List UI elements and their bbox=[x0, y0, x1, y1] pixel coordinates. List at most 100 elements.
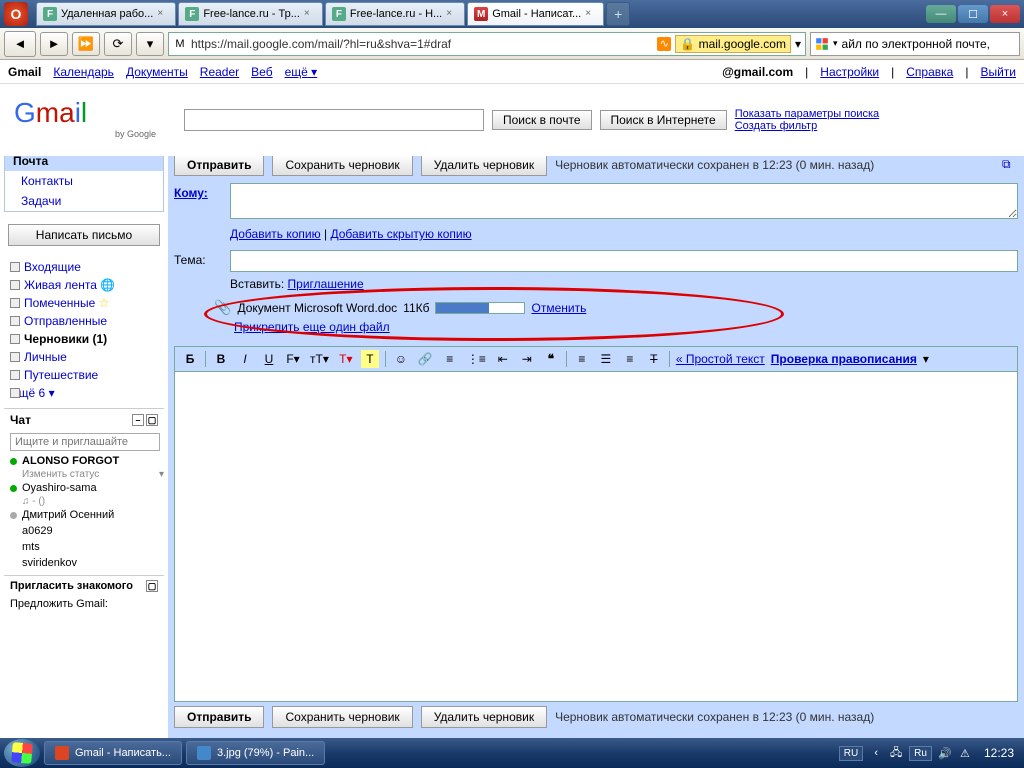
search-options-link[interactable]: Показать параметры поиска bbox=[735, 108, 879, 120]
save-draft-button-bottom[interactable]: Сохранить черновик bbox=[272, 706, 412, 728]
gmail-search-input[interactable] bbox=[184, 109, 484, 131]
compose-editor[interactable] bbox=[174, 371, 1018, 702]
chat-contact[interactable]: Oyashiro-sama bbox=[4, 480, 164, 496]
clear-format-button[interactable]: T bbox=[645, 350, 663, 368]
search-web-button[interactable]: Поиск в Интернете bbox=[600, 110, 727, 130]
sidebar-tasks[interactable]: Задачи bbox=[5, 191, 163, 211]
dropdown-icon[interactable]: ▾ bbox=[923, 352, 929, 366]
highlight-button[interactable]: T bbox=[361, 350, 379, 368]
minimize-button[interactable]: — bbox=[926, 5, 956, 23]
nav-gmail[interactable]: Gmail bbox=[8, 65, 41, 79]
browser-tab[interactable]: F Удаленная рабо... × bbox=[36, 2, 176, 26]
nav-more[interactable]: ещё ▾ bbox=[285, 65, 318, 79]
tray-shield-icon[interactable]: ⚠ bbox=[958, 746, 972, 760]
dropdown-icon[interactable]: ▾ bbox=[795, 37, 801, 51]
chat-contact[interactable]: mts bbox=[4, 539, 164, 555]
tray-network-icon[interactable]: 🖧 bbox=[889, 746, 903, 760]
folder-drafts[interactable]: Черновики (1) bbox=[4, 330, 164, 348]
to-field[interactable] bbox=[230, 183, 1018, 219]
subject-field[interactable] bbox=[230, 250, 1018, 272]
folder-more[interactable]: ещё 6 ▾ bbox=[4, 384, 164, 402]
chat-popout-icon[interactable]: ▢ bbox=[146, 414, 158, 426]
chat-status-change[interactable]: Изменить статус▾ bbox=[4, 469, 164, 480]
discard-button-bottom[interactable]: Удалить черновик bbox=[421, 706, 547, 728]
language-indicator-2[interactable]: Ru bbox=[909, 746, 932, 761]
nav-web[interactable]: Веб bbox=[251, 65, 272, 79]
chat-search-input[interactable] bbox=[10, 433, 160, 451]
close-icon[interactable]: × bbox=[304, 8, 316, 20]
home-button[interactable]: ▾ bbox=[136, 32, 164, 56]
underline-button[interactable]: U bbox=[260, 350, 278, 368]
emoji-button[interactable]: ☺ bbox=[392, 350, 410, 368]
start-button[interactable] bbox=[4, 739, 40, 767]
align-left-button[interactable]: ≡ bbox=[573, 350, 591, 368]
link-button[interactable]: 🔗 bbox=[416, 350, 435, 368]
browser-tab[interactable]: F Free-lance.ru - Тр... × bbox=[178, 2, 323, 26]
nav-calendar[interactable]: Календарь bbox=[53, 65, 114, 79]
folder-buzz[interactable]: Живая лента 🌐 bbox=[4, 276, 164, 294]
rewind-button[interactable]: ⏩ bbox=[72, 32, 100, 56]
send-button[interactable]: Отправить bbox=[174, 154, 264, 176]
font-button[interactable]: F▾ bbox=[284, 350, 302, 368]
language-indicator[interactable]: RU bbox=[839, 746, 863, 761]
outdent-button[interactable]: ⇤ bbox=[494, 350, 512, 368]
opera-menu-icon[interactable]: O bbox=[4, 2, 28, 26]
to-label[interactable]: Кому: bbox=[174, 186, 208, 200]
taskbar-item[interactable]: Gmail - Написать... bbox=[44, 741, 182, 765]
attach-another-link[interactable]: Прикрепить еще один файл bbox=[234, 320, 390, 334]
close-icon[interactable]: × bbox=[585, 8, 597, 20]
browser-tab-active[interactable]: M Gmail - Написат... × bbox=[467, 2, 604, 26]
address-bar[interactable]: M https://mail.google.com/mail/?hl=ru&sh… bbox=[168, 32, 806, 56]
folder-starred[interactable]: Помеченные ☆ bbox=[4, 294, 164, 312]
nav-help[interactable]: Справка bbox=[906, 65, 953, 79]
chat-contact[interactable]: a0629 bbox=[4, 523, 164, 539]
chat-contact[interactable]: sviridenkov bbox=[4, 555, 164, 571]
tray-volume-icon[interactable]: 🔊 bbox=[938, 746, 952, 760]
nav-signout[interactable]: Выйти bbox=[980, 65, 1016, 79]
chat-self[interactable]: ALONSO FORGOT bbox=[4, 453, 164, 469]
close-icon[interactable]: × bbox=[157, 8, 169, 20]
bullet-list-button[interactable]: ⋮≡ bbox=[465, 350, 488, 368]
add-cc-link[interactable]: Добавить копию bbox=[230, 227, 321, 241]
plain-text-link[interactable]: « Простой текст bbox=[676, 352, 765, 366]
folder-travel[interactable]: Путешествие bbox=[4, 366, 164, 384]
nav-reader[interactable]: Reader bbox=[200, 65, 239, 79]
indent-button[interactable]: ⇥ bbox=[518, 350, 536, 368]
rss-icon[interactable]: ∿ bbox=[657, 37, 671, 51]
back-button[interactable]: ◄ bbox=[4, 31, 36, 57]
save-draft-button[interactable]: Сохранить черновик bbox=[272, 154, 412, 176]
quote-button[interactable]: ❝ bbox=[542, 350, 560, 368]
search-mail-button[interactable]: Поиск в почте bbox=[492, 110, 592, 130]
chat-minimize-icon[interactable]: – bbox=[132, 414, 144, 426]
chat-contact[interactable]: Дмитрий Осенний bbox=[4, 507, 164, 523]
italic-button[interactable]: I bbox=[236, 350, 254, 368]
sidebar-contacts[interactable]: Контакты bbox=[5, 171, 163, 191]
compose-button[interactable]: Написать письмо bbox=[8, 224, 160, 246]
bold-button[interactable]: Б bbox=[181, 350, 199, 368]
align-right-button[interactable]: ≡ bbox=[621, 350, 639, 368]
forward-button[interactable]: ► bbox=[40, 32, 68, 56]
new-tab-button[interactable]: + bbox=[606, 2, 630, 26]
close-icon[interactable]: × bbox=[446, 8, 458, 20]
cancel-upload-link[interactable]: Отменить bbox=[531, 301, 586, 315]
folder-sent[interactable]: Отправленные bbox=[4, 312, 164, 330]
create-filter-link[interactable]: Создать фильтр bbox=[735, 120, 879, 132]
browser-tab[interactable]: F Free-lance.ru - Н... × bbox=[325, 2, 465, 26]
folder-personal[interactable]: Личные bbox=[4, 348, 164, 366]
numbered-list-button[interactable]: ≡ bbox=[441, 350, 459, 368]
taskbar-clock[interactable]: 12:23 bbox=[978, 746, 1020, 760]
size-button[interactable]: тТ▾ bbox=[308, 350, 331, 368]
discard-button[interactable]: Удалить черновик bbox=[421, 154, 547, 176]
align-center-button[interactable]: ☰ bbox=[597, 350, 615, 368]
tray-chevron-icon[interactable]: ‹ bbox=[869, 746, 883, 760]
browser-search-input[interactable] bbox=[842, 37, 1015, 51]
send-button-bottom[interactable]: Отправить bbox=[174, 706, 264, 728]
maximize-button[interactable]: ☐ bbox=[958, 5, 988, 23]
reload-button[interactable]: ⟳ bbox=[104, 32, 132, 56]
close-window-button[interactable]: × bbox=[990, 5, 1020, 23]
popout-icon[interactable]: ⧉ bbox=[1002, 157, 1018, 173]
taskbar-item[interactable]: 3.jpg (79%) - Pain... bbox=[186, 741, 325, 765]
insert-invitation-link[interactable]: Приглашение bbox=[288, 277, 364, 291]
nav-settings[interactable]: Настройки bbox=[820, 65, 879, 79]
nav-documents[interactable]: Документы bbox=[126, 65, 188, 79]
